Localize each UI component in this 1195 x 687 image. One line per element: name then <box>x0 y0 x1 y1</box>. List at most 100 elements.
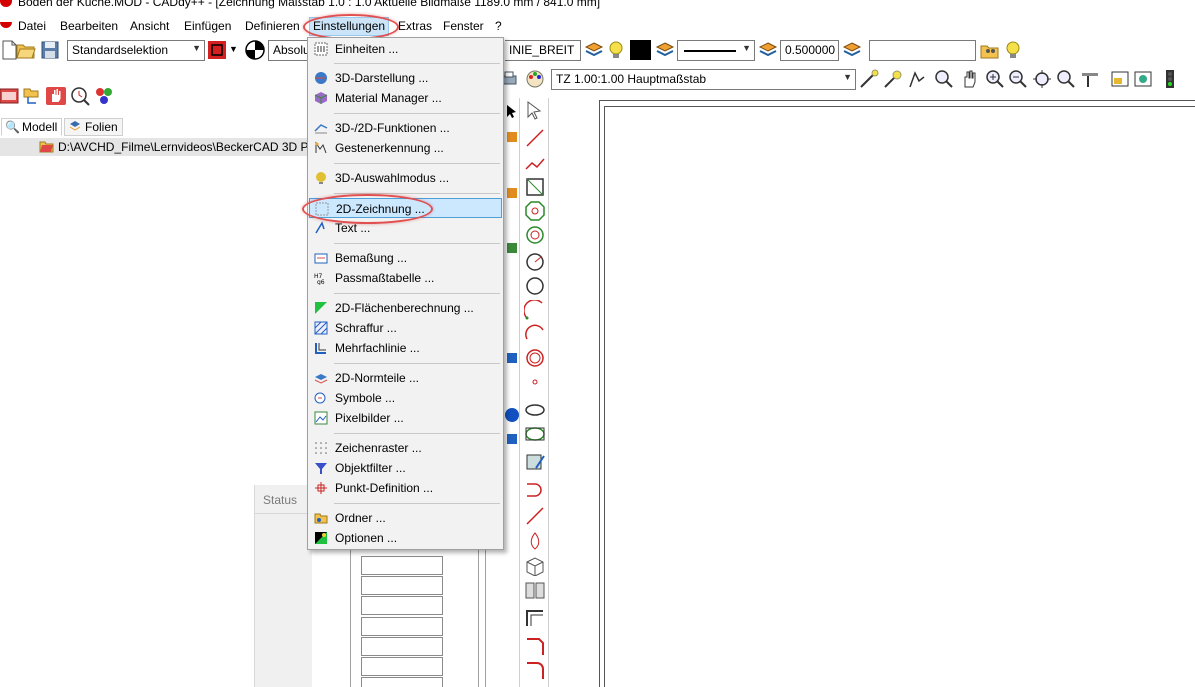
line-width-field[interactable]: 0.500000 <box>780 40 839 61</box>
document-icon[interactable] <box>0 22 12 28</box>
list-slot-6[interactable] <box>361 657 443 676</box>
render-view-icon[interactable] <box>1133 69 1153 89</box>
menu-item-2d-zeichnung[interactable]: 2D-Zeichnung ... <box>309 198 502 218</box>
pan-hand-icon[interactable] <box>960 69 980 89</box>
menu-item-ordner[interactable]: Ordner ... <box>309 508 502 528</box>
zoom-all-icon[interactable] <box>1032 69 1052 89</box>
menu-help[interactable]: ? <box>495 19 502 33</box>
menu-item-gestenerkennung[interactable]: Gestenerkennung ... <box>309 138 502 158</box>
group-folder-icon[interactable] <box>980 40 1000 60</box>
line-tool-icon[interactable] <box>524 128 546 148</box>
diagonal-line-icon[interactable] <box>524 506 546 526</box>
selection-mode-combo[interactable]: Standardselektion ▼ <box>67 40 205 61</box>
scale-combo[interactable]: TZ 1.00:1.00 Hauptmaßstab ▼ <box>551 69 856 90</box>
text-tool-icon[interactable] <box>507 353 517 363</box>
color-picker-icon[interactable] <box>207 40 227 60</box>
menu-item-symbole[interactable]: Symbole ... <box>309 388 502 408</box>
arc-tool-icon[interactable] <box>524 300 546 320</box>
book-icon[interactable] <box>524 580 546 600</box>
menu-einfuegen[interactable]: Einfügen <box>184 19 231 33</box>
menu-definieren[interactable]: Definieren <box>245 19 300 33</box>
pen-tool-icon[interactable] <box>507 243 517 253</box>
tree-item-root[interactable]: D:\AVCHD_Filme\Lernvideos\BeckerCAD 3D P… <box>0 138 313 156</box>
text-input-field[interactable] <box>869 40 976 61</box>
circle-radius-tool-icon[interactable] <box>524 252 546 272</box>
polyline-tool-icon[interactable] <box>524 153 546 173</box>
measure-tool-icon[interactable] <box>859 69 879 89</box>
list-slot-2[interactable] <box>361 576 443 595</box>
menu-item-3d-darstellung[interactable]: 3D-Darstellung ... <box>309 68 502 88</box>
menu-item-punkt-definition[interactable]: Punkt-Definition ... <box>309 478 502 498</box>
folder-tree-icon[interactable] <box>22 86 42 106</box>
coordinate-mode-icon[interactable] <box>244 39 266 61</box>
fillet-tool-icon[interactable] <box>524 660 546 680</box>
menu-item-text[interactable]: Text ... <box>309 218 502 238</box>
layer-tool-icon[interactable] <box>907 69 927 89</box>
layer-stack-icon-4[interactable] <box>842 40 862 60</box>
menu-item-objektfilter[interactable]: Objektfilter ... <box>309 458 502 478</box>
tab-folien[interactable]: Folien <box>64 118 123 136</box>
save-icon[interactable] <box>40 40 60 60</box>
lightbulb-icon[interactable] <box>606 40 626 60</box>
layer-stack-icon-2[interactable] <box>655 40 675 60</box>
point-tool-icon[interactable] <box>524 372 546 392</box>
menu-ansicht[interactable]: Ansicht <box>130 19 169 33</box>
color-dropdown-arrow-icon[interactable]: ▼ <box>229 44 238 54</box>
select-arrow-icon[interactable] <box>524 100 546 120</box>
rectangle-tool-icon[interactable] <box>524 177 546 197</box>
traffic-light-icon[interactable] <box>1160 69 1180 89</box>
teardrop-tool-icon[interactable] <box>524 531 546 551</box>
layer-stack-icon-3[interactable] <box>758 40 778 60</box>
menu-datei[interactable]: Datei <box>18 19 46 33</box>
ellipse-tool-icon[interactable] <box>524 400 546 420</box>
zoom-out-icon[interactable] <box>1008 69 1028 89</box>
list-slot-5[interactable] <box>361 637 443 656</box>
model-view-icon[interactable] <box>0 86 20 106</box>
hand-select-icon[interactable] <box>46 86 66 106</box>
menu-item-3d-2d-funktionen[interactable]: 3D-/2D-Funktionen ... <box>309 118 502 138</box>
menu-item-zeichenraster[interactable]: Zeichenraster ... <box>309 438 502 458</box>
chamfer-tool-icon[interactable] <box>524 636 546 656</box>
menu-fenster[interactable]: Fenster <box>443 19 484 33</box>
zoom-previous-icon[interactable] <box>1056 69 1076 89</box>
menu-item-3d-auswahlmodus[interactable]: 3D-Auswahlmodus ... <box>309 168 502 188</box>
layer-stack-icon[interactable] <box>584 40 604 60</box>
edit-tool-icon[interactable] <box>507 132 517 142</box>
zoom-window-icon[interactable] <box>934 69 954 89</box>
draw-tool-icon[interactable] <box>507 434 517 444</box>
menu-bearbeiten[interactable]: Bearbeiten <box>60 19 118 33</box>
window-view-icon[interactable] <box>1110 69 1130 89</box>
curve-tool-icon[interactable] <box>524 480 546 500</box>
redraw-icon[interactable] <box>1080 69 1100 89</box>
list-slot-1[interactable] <box>361 556 443 575</box>
menu-item-schraffur[interactable]: Schraffur ... <box>309 318 502 338</box>
tab-modell[interactable]: 🔍 Modell <box>1 118 63 136</box>
list-slot-7[interactable] <box>361 677 443 687</box>
zoom-in-icon[interactable] <box>985 69 1005 89</box>
modify-tool-icon[interactable] <box>507 188 517 198</box>
circle-center-tool-icon[interactable] <box>524 225 546 245</box>
offset-tool-icon[interactable] <box>524 608 546 628</box>
palette-icon[interactable] <box>525 69 545 89</box>
blue-ball-icon[interactable] <box>505 408 519 422</box>
ellipse-box-icon[interactable] <box>524 424 546 444</box>
circle-tool-icon[interactable] <box>524 276 546 296</box>
lightbulb-icon-2[interactable] <box>1003 40 1023 60</box>
lamp-measure-icon[interactable] <box>883 69 903 89</box>
double-circle-icon[interactable] <box>524 348 546 368</box>
line-style-combo[interactable]: ▼ <box>677 40 755 61</box>
line-type-field[interactable]: INIE_BREIT <box>505 40 581 61</box>
polygon-tool-icon[interactable] <box>524 201 546 221</box>
menu-item-pixelbilder[interactable]: Pixelbilder ... <box>309 408 502 428</box>
menu-item-2d-normteile[interactable]: 2D-Normteile ... <box>309 368 502 388</box>
menu-item-2d-flaechenberechnung[interactable]: 2D-Flächenberechnung ... <box>309 298 502 318</box>
coordinate-mode-combo[interactable]: Absolu <box>268 40 310 61</box>
search-refresh-icon[interactable] <box>70 86 90 106</box>
components-icon[interactable] <box>94 86 114 106</box>
list-slot-4[interactable] <box>361 617 443 636</box>
menu-item-bemassung[interactable]: Bemaßung ... <box>309 248 502 268</box>
menu-item-passmasstabelle[interactable]: H7 g6 Passmaßtabelle ... <box>309 268 502 288</box>
box-3d-icon[interactable] <box>524 556 546 576</box>
arc-three-point-icon[interactable] <box>524 324 546 344</box>
menu-item-material-manager[interactable]: Material Manager ... <box>309 88 502 108</box>
